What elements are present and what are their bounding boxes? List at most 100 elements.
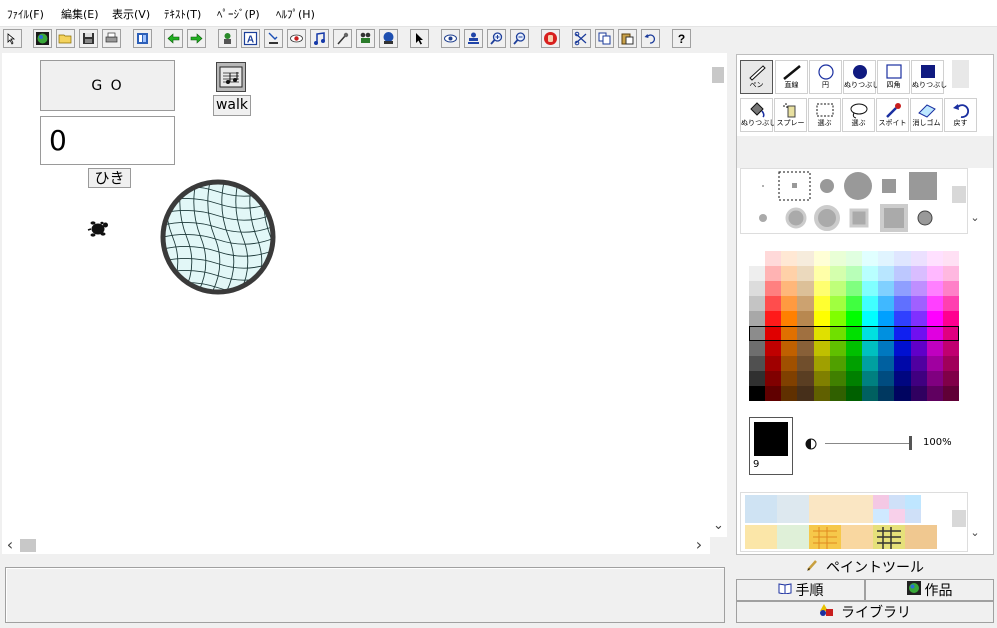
color-swatch[interactable] [765, 266, 782, 281]
menu-file[interactable]: ﾌｧｲﾙ(F) [7, 6, 44, 22]
menu-help[interactable]: ﾍﾙﾌﾟ(H) [276, 6, 315, 22]
page-layout-icon[interactable] [133, 29, 152, 48]
line-tool[interactable]: 直線 [775, 60, 808, 94]
color-swatch[interactable] [894, 281, 911, 296]
color-swatch[interactable] [894, 296, 911, 311]
color-swatch[interactable] [797, 311, 814, 326]
color-swatch[interactable] [749, 386, 766, 401]
color-swatch[interactable] [926, 266, 943, 281]
prev-page-icon[interactable] [164, 29, 183, 48]
cursor-small-icon[interactable] [3, 29, 22, 48]
color-swatch[interactable] [813, 281, 830, 296]
color-swatch[interactable] [910, 251, 927, 266]
texture-picker[interactable] [740, 492, 968, 552]
stage-canvas[interactable]: G O 0 ひき walk [2, 53, 710, 537]
undo-tool[interactable]: 戻す [944, 98, 977, 132]
color-swatch[interactable] [829, 311, 846, 326]
color-swatch[interactable] [749, 281, 766, 296]
color-swatch[interactable] [942, 311, 959, 326]
eye-shape-icon[interactable] [287, 29, 306, 48]
color-swatch[interactable] [894, 251, 911, 266]
color-swatch[interactable] [781, 281, 798, 296]
pen-tool[interactable]: ペン [740, 60, 773, 94]
turtle-sprite-icon[interactable] [86, 217, 110, 239]
eyedropper-tool[interactable]: スポイト [876, 98, 909, 132]
color-swatch[interactable] [749, 356, 766, 371]
color-swatch[interactable] [862, 386, 879, 401]
menu-view[interactable]: 表示(V) [112, 6, 150, 22]
color-swatch[interactable] [878, 356, 895, 371]
color-swatch[interactable] [797, 251, 814, 266]
circle-tool[interactable]: 円 [809, 60, 842, 94]
color-swatch[interactable] [878, 266, 895, 281]
brush-size-picker[interactable] [740, 168, 968, 234]
color-swatch[interactable] [894, 371, 911, 386]
sound-icon[interactable] [216, 62, 246, 92]
color-swatch[interactable] [797, 281, 814, 296]
color-swatch[interactable] [781, 251, 798, 266]
color-swatch[interactable] [845, 251, 863, 266]
horizontal-scrollbar[interactable]: ‹ › [2, 537, 710, 554]
color-swatch[interactable] [845, 356, 863, 371]
color-swatch[interactable] [765, 251, 782, 266]
save-icon[interactable] [79, 29, 98, 48]
color-swatch[interactable] [878, 341, 895, 356]
color-swatch[interactable] [910, 281, 927, 296]
menu-page[interactable]: ﾍﾟｰｼﾞ(P) [217, 6, 260, 22]
rectangle-tool[interactable]: 四角 [877, 60, 910, 94]
eraser-tool[interactable]: 消しゴム [910, 98, 943, 132]
music-note-icon[interactable] [310, 29, 329, 48]
color-swatch[interactable] [910, 386, 927, 401]
color-swatch[interactable] [845, 311, 863, 326]
color-swatch[interactable] [749, 251, 766, 266]
tab-paint-tool[interactable]: ペイントツール [736, 557, 994, 577]
color-swatch[interactable] [797, 296, 814, 311]
color-swatch[interactable] [862, 356, 879, 371]
vertical-scroll-thumb[interactable] [712, 67, 724, 83]
color-swatch[interactable] [781, 371, 798, 386]
color-swatch[interactable] [765, 356, 782, 371]
scroll-right-icon[interactable]: › [692, 537, 706, 554]
color-swatch[interactable] [910, 296, 927, 311]
rect-select-tool[interactable]: 選ぶ [808, 98, 841, 132]
color-swatch[interactable] [813, 251, 830, 266]
tool-scroll-thumb[interactable] [952, 60, 969, 88]
color-swatch[interactable] [829, 356, 846, 371]
color-palette[interactable] [749, 251, 959, 401]
color-swatch[interactable] [910, 371, 927, 386]
eye-icon[interactable] [441, 29, 460, 48]
color-swatch[interactable] [845, 386, 863, 401]
network-globe-icon[interactable] [379, 29, 398, 48]
color-swatch[interactable] [878, 296, 895, 311]
texture-scroll-down-icon[interactable]: ⌄ [969, 526, 981, 546]
color-swatch[interactable] [797, 371, 814, 386]
open-folder-icon[interactable] [56, 29, 75, 48]
color-swatch[interactable] [845, 266, 863, 281]
color-swatch[interactable] [813, 386, 830, 401]
color-swatch[interactable] [765, 371, 782, 386]
color-swatch[interactable] [942, 266, 959, 281]
microphone-icon[interactable] [333, 29, 352, 48]
zoom-out-icon[interactable] [510, 29, 529, 48]
color-swatch[interactable] [910, 311, 927, 326]
tab-works[interactable]: 作品 [865, 579, 994, 601]
color-swatch[interactable] [942, 386, 959, 401]
color-swatch[interactable] [749, 371, 766, 386]
color-swatch[interactable] [942, 356, 959, 371]
color-swatch[interactable] [942, 296, 959, 311]
color-swatch[interactable] [878, 281, 895, 296]
message-area[interactable] [5, 567, 725, 623]
color-swatch[interactable] [829, 386, 846, 401]
color-swatch[interactable] [894, 356, 911, 371]
color-swatch[interactable] [829, 296, 846, 311]
color-swatch[interactable] [813, 341, 830, 356]
scroll-left-icon[interactable]: ‹ [4, 537, 16, 554]
color-swatch[interactable] [813, 371, 830, 386]
scroll-down-icon[interactable]: ⌄ [710, 519, 727, 535]
filled-rectangle-tool[interactable]: ぬりつぶし [911, 60, 947, 94]
color-swatch[interactable] [829, 251, 846, 266]
color-swatch[interactable] [894, 341, 911, 356]
color-swatch[interactable] [894, 311, 911, 326]
color-swatch[interactable] [765, 281, 782, 296]
color-swatch[interactable] [797, 341, 814, 356]
